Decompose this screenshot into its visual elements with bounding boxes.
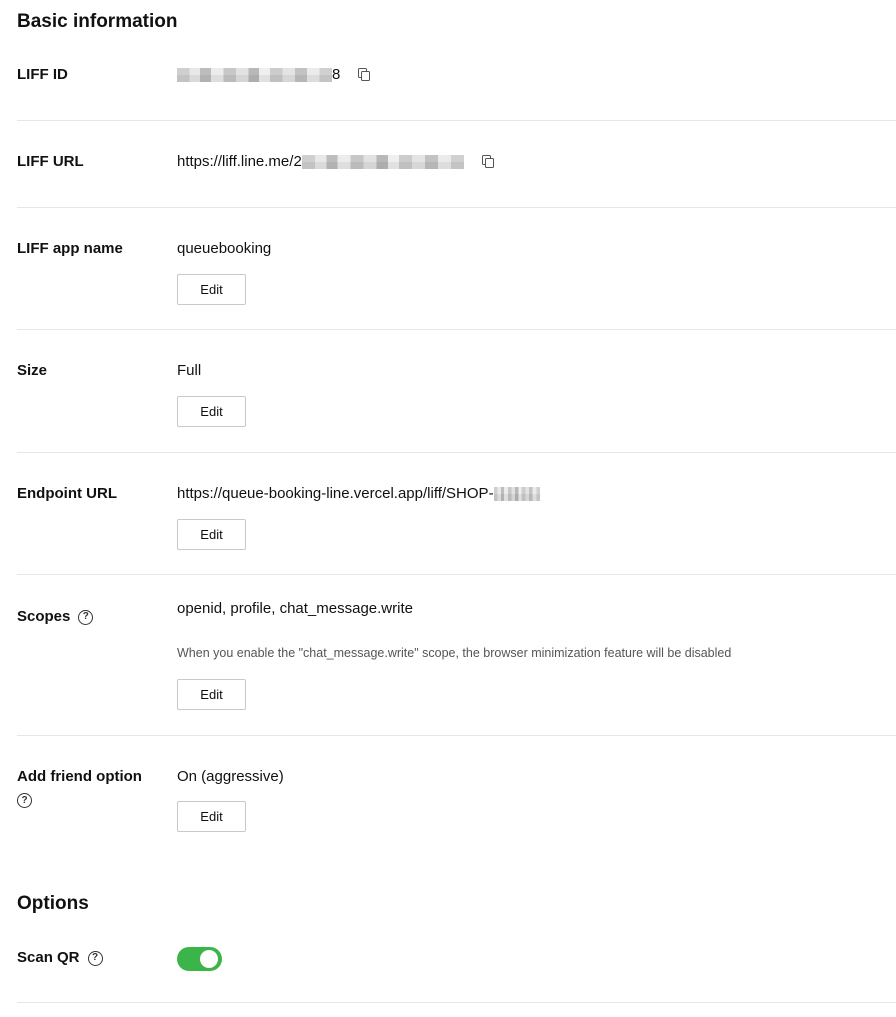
scopes-value: openid, profile, chat_message.write [177, 600, 413, 617]
options-title: Options [17, 893, 89, 914]
endpoint-url-label: Endpoint URL [17, 485, 117, 502]
scan-qr-label-text: Scan QR [17, 949, 80, 966]
scopes-label-text: Scopes [17, 608, 71, 625]
scan-qr-toggle[interactable] [177, 947, 222, 971]
liff-settings-page: Basic information LIFF ID 8 LIFF URL htt… [0, 0, 896, 1017]
edit-size-button[interactable]: Edit [177, 396, 246, 427]
add-friend-value: On (aggressive) [177, 768, 284, 785]
app-name-row: LIFF app name queuebooking Edit [17, 208, 896, 330]
question-circle-icon[interactable]: ? [78, 609, 94, 625]
basic-information-title: Basic information [17, 11, 178, 32]
endpoint-url-row: Endpoint URL https://queue-booking-line.… [17, 453, 896, 575]
app-name-label: LIFF app name [17, 240, 123, 257]
endpoint-url-value: https://queue-booking-line.vercel.app/li… [177, 484, 540, 504]
question-circle-icon[interactable]: ? [87, 950, 103, 966]
edit-app-name-button[interactable]: Edit [177, 274, 246, 305]
edit-add-friend-button[interactable]: Edit [177, 801, 246, 832]
question-circle-icon[interactable]: ? [17, 793, 32, 808]
scan-qr-label: Scan QR ? [17, 948, 103, 968]
copy-icon[interactable] [481, 155, 495, 169]
redacted-liff-url [301, 155, 464, 169]
toggle-knob [200, 950, 218, 968]
liff-id-label: LIFF ID [17, 66, 68, 83]
liff-url-label: LIFF URL [17, 153, 84, 170]
add-friend-row: Add friend option ? On (aggressive) Edit [17, 736, 896, 846]
scopes-note: When you enable the "chat_message.write"… [177, 646, 732, 660]
size-value: Full [177, 362, 202, 379]
app-name-value: queuebooking [177, 240, 272, 257]
liff-id-value: 8 [177, 65, 371, 85]
copy-icon[interactable] [358, 68, 371, 82]
liff-url-value: https://liff.line.me/2 [177, 152, 495, 172]
redacted-shop-id [493, 487, 540, 501]
edit-endpoint-url-button[interactable]: Edit [177, 519, 246, 550]
liff-id-suffix: 8 [332, 66, 341, 83]
liff-url-row: LIFF URL https://liff.line.me/2 [17, 121, 896, 208]
liff-id-row: LIFF ID 8 [17, 48, 896, 121]
endpoint-url-prefix: https://queue-booking-line.vercel.app/li… [177, 485, 494, 502]
scopes-row: Scopes ? openid, profile, chat_message.w… [17, 575, 896, 736]
add-friend-label: Add friend option [17, 768, 142, 785]
scan-qr-row: Scan QR ? [17, 930, 896, 1003]
size-label: Size [17, 362, 48, 379]
size-row: Size Full Edit [17, 330, 896, 453]
redacted-liff-id [177, 68, 332, 82]
scopes-label: Scopes ? [17, 607, 94, 627]
edit-scopes-button[interactable]: Edit [177, 679, 246, 710]
liff-url-prefix: https://liff.line.me/2 [177, 153, 302, 170]
